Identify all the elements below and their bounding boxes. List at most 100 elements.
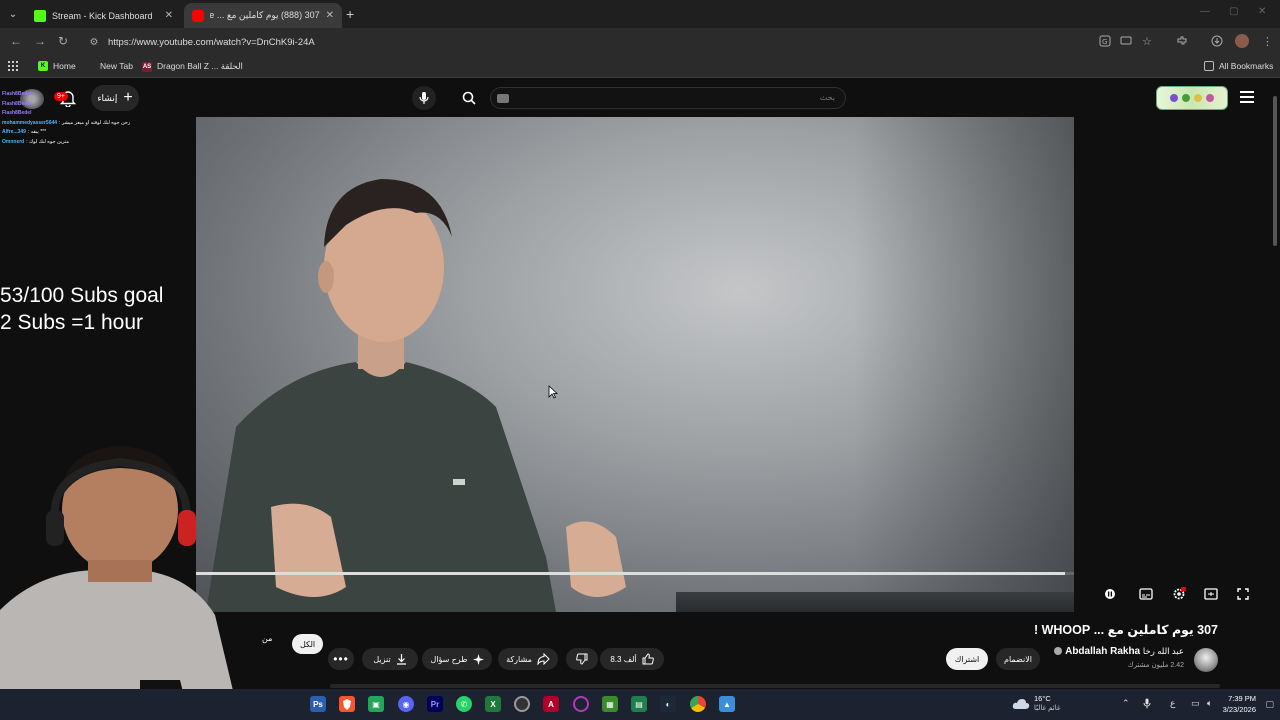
subscribe-button[interactable]: اشتراك	[946, 648, 988, 670]
extensions-icon[interactable]	[1176, 35, 1188, 50]
video-progress-bar[interactable]	[196, 572, 1074, 575]
app-icon-purple[interactable]	[573, 696, 589, 712]
folder-icon	[1204, 61, 1214, 71]
more-options-icon[interactable]: ⋮	[1262, 35, 1273, 48]
tab-search-icon[interactable]: ⌄	[4, 5, 22, 23]
excel-icon[interactable]: X	[485, 696, 501, 712]
tab-kick-dashboard[interactable]: Stream - Kick Dashboard ✕	[26, 3, 181, 28]
player-controls	[1098, 586, 1260, 602]
chat-text: : رحن جوه لنك لوقته او ميعز ميشر	[59, 119, 131, 126]
address-bar[interactable]: ⚙ https://www.youtube.com/watch?v=DnChK9…	[82, 31, 1166, 53]
minimize-icon[interactable]: —	[1200, 6, 1210, 17]
share-button[interactable]: مشاركة	[498, 648, 558, 670]
new-tab-icon[interactable]: +	[346, 6, 354, 22]
bookmark-home[interactable]: K Home	[38, 61, 76, 71]
monitor-icon[interactable]: ▭	[1191, 698, 1200, 709]
reload-icon[interactable]: ↻	[58, 34, 68, 48]
hamburger-menu-icon[interactable]	[1240, 91, 1254, 103]
bookmark-label: Home	[53, 61, 76, 71]
ask-label: طرح سؤال	[430, 654, 468, 664]
settings-gear-icon[interactable]	[1171, 586, 1187, 602]
tab-youtube[interactable]: 307 (888) يوم كاملين مع ... Tube ✕	[184, 3, 342, 28]
chrome-icon[interactable]	[690, 696, 706, 712]
profile-avatar[interactable]	[1235, 34, 1249, 48]
tab-title: 307 (888) يوم كاملين مع ... Tube	[210, 10, 320, 20]
voice-search-button[interactable]	[412, 86, 436, 110]
weather-condition: غائم غالبًا	[1034, 705, 1061, 712]
premiere-icon[interactable]: Pr	[427, 696, 443, 712]
brave-icon[interactable]	[339, 696, 355, 712]
back-icon[interactable]: ←	[10, 34, 22, 48]
site-info-icon[interactable]: ⚙	[86, 37, 102, 48]
photos-icon[interactable]: ▲	[719, 696, 735, 712]
chip-all[interactable]: الكل	[292, 634, 324, 654]
browser-tabstrip: ⌄ Stream - Kick Dashboard ✕ 307 (888) يو…	[0, 0, 1280, 28]
join-button[interactable]: الانضمام	[996, 648, 1040, 670]
volume-icon[interactable]: 🔈︎	[1207, 698, 1212, 709]
download-icon[interactable]	[1211, 35, 1223, 50]
search-input[interactable]: بحث	[490, 87, 846, 109]
channel-name[interactable]: عبد الله رخا Abdallah Rakha	[1051, 646, 1184, 657]
notification-center-icon[interactable]: ▢	[1265, 699, 1274, 710]
chat-line: Omnnerd: مترين جوه لنك لوك	[2, 138, 182, 148]
chat-line: Alfre...349: يبقه ***	[2, 128, 182, 138]
window-close-icon[interactable]: ✕	[1258, 6, 1266, 17]
app-icon-red[interactable]: A	[543, 696, 559, 712]
obs-icon[interactable]	[514, 696, 530, 712]
chat-text: : يبقه ***	[27, 129, 47, 135]
streamer-webcam	[0, 446, 240, 720]
search-button[interactable]	[457, 88, 481, 108]
channel-avatar[interactable]	[1194, 648, 1218, 672]
chat-line: Flash8Bedel	[2, 100, 182, 110]
more-actions-button[interactable]: •••	[328, 648, 354, 670]
app-icon-green[interactable]: ▣	[368, 696, 384, 712]
bookmark-new-tab[interactable]: New Tab	[100, 61, 133, 71]
as-icon: AS	[142, 61, 152, 72]
bookmark-star-icon[interactable]: ☆	[1142, 35, 1152, 48]
autoplay-toggle[interactable]	[1102, 586, 1118, 602]
subscriber-count: 2.42 مليون مشترك	[1127, 662, 1184, 669]
close-icon[interactable]: ✕	[326, 10, 334, 21]
channel-name-ar: عبد الله رخا	[1142, 646, 1184, 656]
download-button[interactable]: تنزيل	[362, 648, 418, 670]
like-button[interactable]: 8.3 ألف	[600, 648, 664, 670]
sheets-icon[interactable]: ▤	[631, 696, 647, 712]
scrollbar-thumb[interactable]	[1273, 96, 1277, 246]
language-indicator[interactable]: ع	[1170, 698, 1175, 709]
weather-widget[interactable]: 16°C غائم غالبًا	[1012, 693, 1076, 715]
download-arrow-icon	[396, 654, 406, 665]
miniplayer-icon[interactable]	[1203, 586, 1219, 602]
all-bookmarks-folder[interactable]: All Bookmarks	[1204, 61, 1273, 71]
like-count: 8.3 ألف	[610, 654, 637, 664]
subs-goal-overlay: 53/100 Subs goal 2 Subs =1 hour	[0, 282, 163, 336]
tab-title: Stream - Kick Dashboard	[52, 10, 153, 21]
whatsapp-icon[interactable]: ✆	[456, 696, 472, 712]
translate-icon[interactable]: G	[1099, 35, 1111, 50]
bookmark-dragon-ball[interactable]: AS Dragon Ball Z ... الحلقة	[142, 61, 243, 72]
fullscreen-icon[interactable]	[1235, 586, 1251, 602]
photoshop-icon[interactable]: Ps	[310, 696, 326, 712]
apps-grid-icon[interactable]	[8, 61, 18, 71]
dislike-button[interactable]	[566, 648, 598, 670]
page-scrollbar[interactable]	[1272, 86, 1278, 256]
system-clock[interactable]: 7:39 PM 3/23/2026	[1223, 693, 1256, 715]
youtube-doodle-logo[interactable]	[1156, 86, 1228, 110]
close-icon[interactable]: ✕	[165, 10, 173, 21]
cast-icon[interactable]	[1120, 35, 1132, 50]
minecraft-icon[interactable]: ▦	[602, 696, 618, 712]
mouse-cursor-icon	[548, 385, 558, 399]
forward-icon[interactable]: →	[34, 34, 46, 48]
microphone-tray-icon[interactable]	[1143, 698, 1151, 711]
ask-button[interactable]: طرح سؤال	[422, 648, 492, 670]
steam-icon[interactable]: ◐	[660, 696, 676, 712]
video-player[interactable]	[196, 117, 1074, 612]
tray-chevron-icon[interactable]: ⌃	[1122, 698, 1130, 709]
keyboard-icon[interactable]	[497, 94, 509, 103]
chip-from[interactable]: من	[262, 634, 272, 643]
subtitles-icon[interactable]	[1138, 586, 1154, 602]
chat-user: Flash8Bedel	[2, 100, 32, 107]
maximize-icon[interactable]: ▢	[1229, 6, 1238, 17]
share-label: مشاركة	[506, 654, 532, 664]
channel-name-en: Abdallah Rakha	[1065, 646, 1141, 657]
discord-icon[interactable]: ◉	[398, 696, 414, 712]
